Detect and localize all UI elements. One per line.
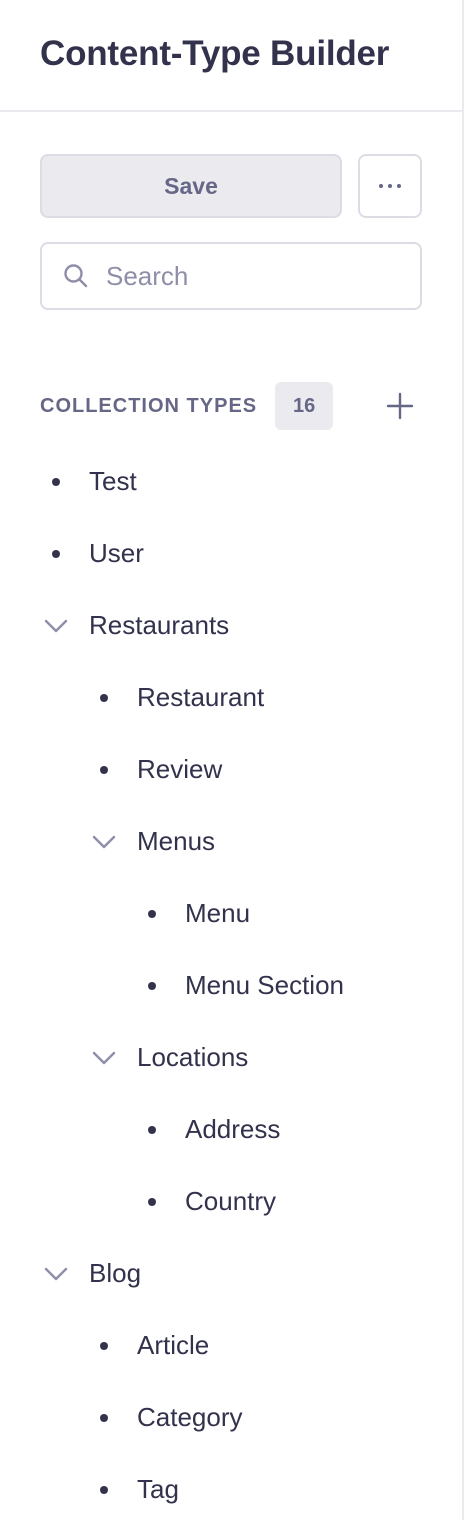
bullet-icon	[100, 1342, 108, 1350]
tree-item[interactable]: User	[0, 518, 462, 590]
tree-item-label: Tag	[137, 1474, 179, 1504]
collection-types-header: COLLECTION TYPES 16	[40, 382, 422, 430]
search-icon	[64, 264, 88, 288]
chevron-down-icon[interactable]	[43, 618, 69, 634]
tree-item[interactable]: Review	[0, 734, 462, 806]
tree-group[interactable]: Blog	[0, 1238, 462, 1310]
tree-item[interactable]: Article	[0, 1310, 462, 1382]
tree-item-label: User	[89, 538, 144, 568]
bullet-icon	[148, 982, 156, 990]
bullet-icon	[52, 478, 60, 486]
tree-item[interactable]: Test	[0, 446, 462, 518]
tree-item-label: Menu	[185, 898, 251, 928]
bullet-icon	[100, 694, 108, 702]
bullet-icon	[100, 766, 108, 774]
save-button[interactable]: Save	[40, 154, 342, 218]
bullet-icon	[148, 1198, 156, 1206]
tree-item-label: Menus	[137, 826, 216, 856]
page-title: Content-Type Builder	[40, 34, 390, 73]
tree-item[interactable]: Category	[0, 1382, 462, 1454]
section-title: COLLECTION TYPES	[40, 394, 258, 417]
chevron-down-icon[interactable]	[43, 1266, 69, 1282]
tree-item-label: Test	[89, 466, 137, 496]
tree-item[interactable]: Menu	[0, 878, 462, 950]
bullet-icon	[100, 1486, 108, 1494]
chevron-down-icon[interactable]	[91, 1050, 117, 1066]
tree-item[interactable]: Tag	[0, 1454, 462, 1520]
tree-item[interactable]: Address	[0, 1094, 462, 1166]
tree-item-label: Blog	[89, 1258, 142, 1288]
tree-item[interactable]: Country	[0, 1166, 462, 1238]
count-badge: 16	[275, 382, 334, 430]
tree-item[interactable]: Menu Section	[0, 950, 462, 1022]
tree-item-label: Address	[185, 1114, 281, 1144]
collection-types-tree: Test User Restaurants Restaurant Review Menus…	[0, 446, 462, 1520]
tree-item-label: Review	[137, 754, 223, 784]
tree-item-label: Category	[137, 1402, 243, 1432]
more-horizontal-icon	[379, 184, 401, 188]
more-actions-button[interactable]	[358, 154, 422, 218]
search-box[interactable]	[40, 242, 422, 310]
tree-group[interactable]: Menus	[0, 806, 462, 878]
toolbar: Save	[40, 154, 422, 218]
content-type-builder-sidebar: Content-Type Builder Save COLLECTION TYP…	[0, 0, 464, 1520]
tree-group[interactable]: Restaurants	[0, 590, 462, 662]
chevron-down-icon[interactable]	[91, 834, 117, 850]
bullet-icon	[148, 1126, 156, 1134]
tree-item-label: Restaurant	[137, 682, 265, 712]
plus-icon[interactable]	[386, 392, 414, 420]
tree-item-label: Country	[185, 1186, 277, 1216]
tree-group[interactable]: Locations	[0, 1022, 462, 1094]
search-input[interactable]	[104, 259, 408, 293]
sidebar-header: Content-Type Builder	[0, 0, 462, 112]
bullet-icon	[52, 550, 60, 558]
tree-item-label: Locations	[137, 1042, 249, 1072]
bullet-icon	[148, 910, 156, 918]
tree-item[interactable]: Restaurant	[0, 662, 462, 734]
bullet-icon	[100, 1414, 108, 1422]
tree-item-label: Article	[137, 1330, 210, 1360]
tree-item-label: Menu Section	[185, 970, 344, 1000]
tree-item-label: Restaurants	[89, 610, 230, 640]
